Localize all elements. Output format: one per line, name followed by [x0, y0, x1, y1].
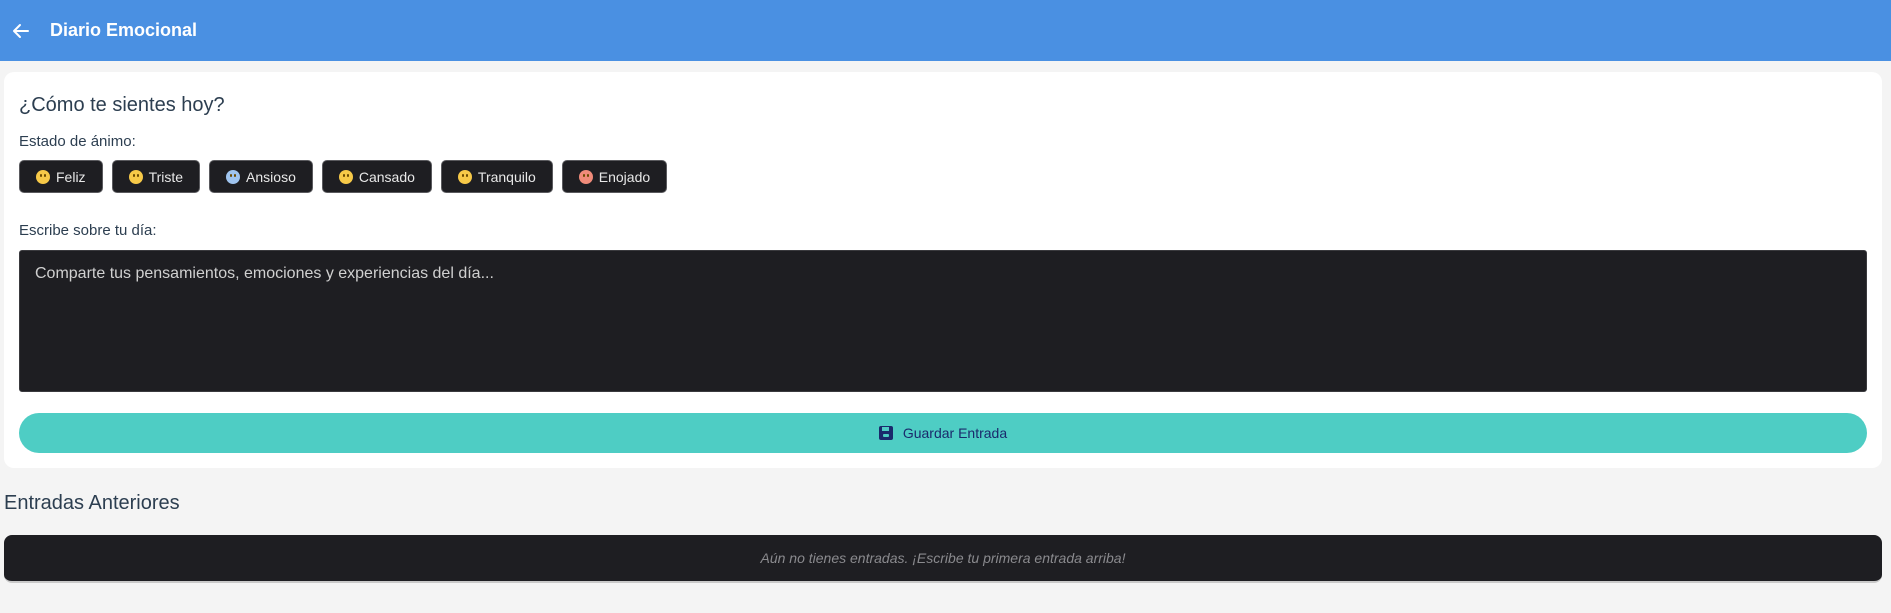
save-entry-label: Guardar Entrada [902, 425, 1008, 441]
entries-empty-state: Aún no tienes entradas. ¡Escribe tu prim… [4, 535, 1882, 583]
mood-button-label: Tranquilo [477, 168, 536, 185]
calm-face-icon [457, 169, 472, 184]
anxious-face-icon [226, 169, 241, 184]
new-entry-card: ¿Cómo te sientes hoy? Estado de ánimo: F… [4, 72, 1882, 468]
mood-button-label: Feliz [56, 168, 86, 185]
arrow-left-icon [13, 23, 29, 38]
journal-label: Escribe sobre tu día: [19, 222, 157, 239]
floppy-disk-icon [878, 426, 893, 440]
tired-face-icon [338, 169, 353, 184]
mood-button-triste[interactable]: Triste [111, 160, 201, 193]
sad-face-icon [128, 169, 143, 184]
mood-button-label: Cansado [358, 168, 415, 185]
mood-button-feliz[interactable]: Feliz [19, 160, 103, 193]
entry-question-heading: ¿Cómo te sientes hoy? [19, 94, 225, 116]
angry-face-icon [578, 169, 593, 184]
mood-button-label: Triste [148, 168, 184, 185]
save-entry-button[interactable]: Guardar Entrada [19, 413, 1867, 453]
mood-button-ansioso[interactable]: Ansioso [209, 160, 313, 193]
empty-state-message: Aún no tienes entradas. ¡Escribe tu prim… [760, 550, 1126, 566]
journal-textarea[interactable] [19, 250, 1867, 392]
mood-button-tranquilo[interactable]: Tranquilo [440, 160, 553, 193]
mood-button-cansado[interactable]: Cansado [321, 160, 432, 193]
mood-button-label: Ansioso [246, 168, 296, 185]
app-bar: Diario Emocional [0, 0, 1891, 61]
mood-selector: Feliz Triste Ansioso Cansado Tranquilo E… [19, 160, 668, 193]
mood-button-enojado[interactable]: Enojado [561, 160, 668, 193]
mood-button-label: Enojado [598, 168, 651, 185]
previous-entries-heading: Entradas Anteriores [4, 492, 180, 514]
back-button[interactable] [10, 20, 32, 42]
smiling-face-icon [36, 169, 50, 184]
app-title: Diario Emocional [50, 20, 198, 40]
mood-label: Estado de ánimo: [19, 133, 136, 150]
